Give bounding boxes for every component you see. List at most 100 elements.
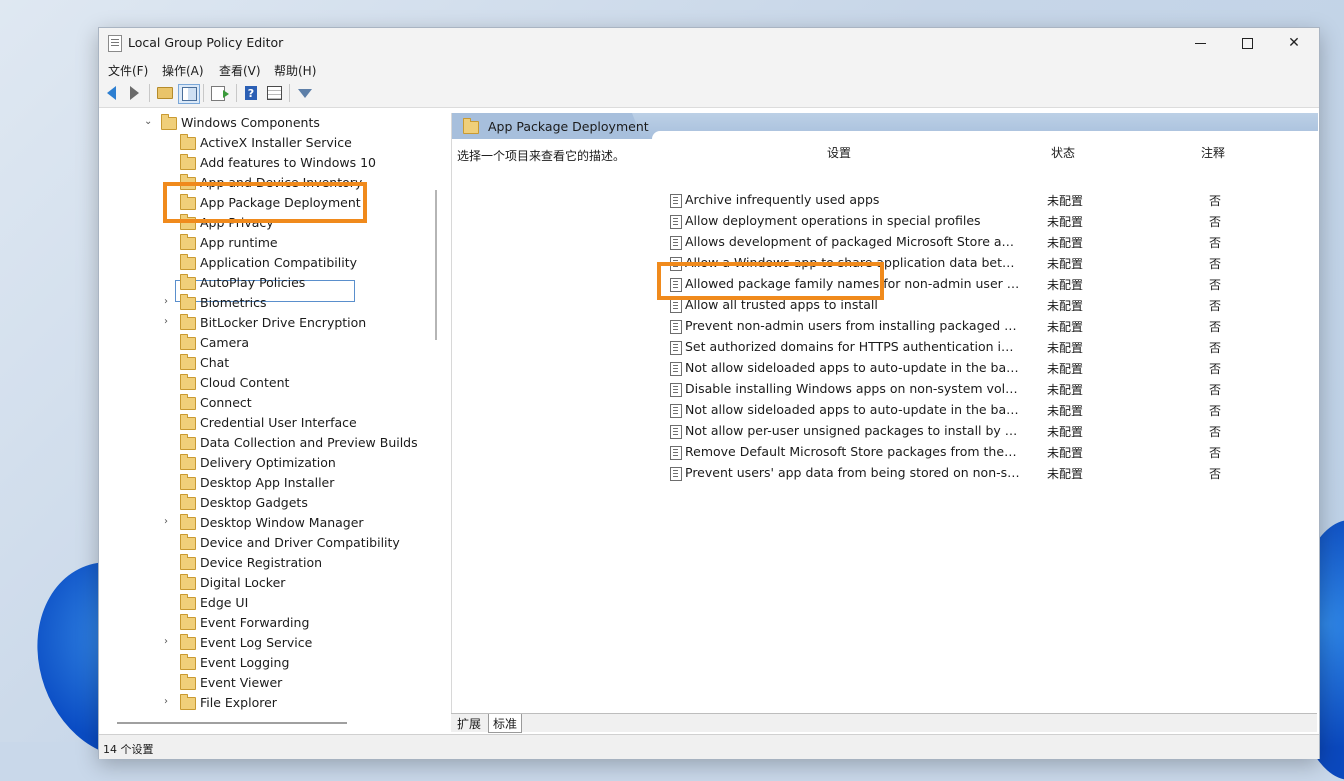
tree-item-label: App runtime [200, 235, 278, 250]
tree-item[interactable]: App runtime [99, 233, 429, 253]
setting-row[interactable]: Set authorized domains for HTTPS authent… [670, 337, 1310, 358]
tree-item[interactable]: Event Viewer [99, 673, 429, 693]
folder-icon [180, 134, 196, 150]
tree-item-label: Cloud Content [200, 375, 290, 390]
setting-comment: 否 [1209, 236, 1222, 250]
setting-state: 未配置 [1047, 446, 1084, 460]
tree-item[interactable]: Chat [99, 353, 429, 373]
folder-icon [180, 534, 196, 550]
tree-item[interactable]: Add features to Windows 10 [99, 153, 429, 173]
tree-item[interactable]: › BitLocker Drive Encryption [99, 313, 429, 333]
tree-item-label: Biometrics [200, 295, 267, 310]
folder-icon [180, 574, 196, 590]
setting-row[interactable]: Not allow sideloaded apps to auto-update… [670, 358, 1310, 379]
expand-chevron-icon[interactable]: › [164, 637, 172, 647]
menu-view[interactable]: 查看(V) [219, 62, 261, 79]
show-hide-tree-icon [181, 87, 197, 101]
setting-row[interactable]: Prevent non-admin users from installing … [670, 316, 1310, 337]
collapse-chevron-icon[interactable]: ⌄ [144, 117, 152, 127]
tree-item-label: File Explorer [200, 695, 277, 710]
setting-row[interactable]: Not allow sideloaded apps to auto-update… [670, 400, 1310, 421]
close-icon: ✕ [1288, 35, 1300, 51]
tree-item[interactable]: Event Forwarding [99, 613, 429, 633]
setting-row[interactable]: Allows development of packaged Microsoft… [670, 232, 1310, 253]
tree-item[interactable]: Edge UI [99, 593, 429, 613]
tree-item-label: Camera [200, 335, 250, 350]
folder-icon [180, 374, 196, 390]
status-bar: 14 个设置 [99, 734, 1319, 759]
menu-file[interactable]: 文件(F) [108, 62, 148, 79]
export-list-icon [211, 85, 229, 101]
tree-item-label: Connect [200, 395, 252, 410]
setting-row[interactable]: Not allow per-user unsigned packages to … [670, 421, 1310, 442]
tree-horizontal-scrollbar[interactable] [117, 722, 347, 724]
tree-item-label: Event Log Service [200, 635, 313, 650]
tree-item[interactable]: Camera [99, 333, 429, 353]
toolbar: ? [99, 80, 1319, 108]
export-list-button[interactable] [208, 84, 229, 102]
description-text: 选择一个项目来查看它的描述。 [457, 149, 626, 163]
tree-item[interactable]: AutoPlay Policies [99, 273, 429, 293]
window-title: Local Group Policy Editor [128, 35, 284, 50]
maximize-button[interactable] [1224, 28, 1270, 58]
title-bar[interactable]: Local Group Policy Editor ✕ [99, 28, 1319, 58]
folder-icon [180, 254, 196, 270]
tab-extended[interactable]: 扩展 [453, 714, 485, 732]
folder-icon [180, 354, 196, 370]
tree-item[interactable]: › File Explorer [99, 693, 429, 713]
column-header-comment[interactable]: 注释 [1201, 144, 1225, 161]
setting-row[interactable]: Disable installing Windows apps on non-s… [670, 379, 1310, 400]
setting-row[interactable]: Prevent users' app data from being store… [670, 463, 1310, 484]
close-button[interactable]: ✕ [1271, 28, 1317, 58]
forward-button[interactable] [124, 84, 144, 102]
tree-item-windows-components[interactable]: ⌄ Windows Components [99, 113, 429, 133]
tree-item[interactable]: ActiveX Installer Service [99, 133, 429, 153]
tree-item-label: BitLocker Drive Encryption [200, 315, 367, 330]
setting-comment: 否 [1209, 320, 1222, 334]
up-level-button[interactable] [155, 84, 175, 102]
menu-help[interactable]: 帮助(H) [274, 62, 316, 79]
tree-item[interactable]: Digital Locker [99, 573, 429, 593]
minimize-button[interactable] [1177, 28, 1223, 58]
filter-button[interactable] [295, 84, 315, 102]
expand-chevron-icon[interactable]: › [164, 317, 172, 327]
tree-item[interactable]: Data Collection and Preview Builds [99, 433, 429, 453]
tree-item[interactable]: Device Registration [99, 553, 429, 573]
tree-item[interactable]: Desktop Gadgets [99, 493, 429, 513]
tab-standard[interactable]: 标准 [488, 714, 523, 733]
show-hide-tree-button[interactable] [178, 84, 200, 104]
tree-item[interactable]: Desktop App Installer [99, 473, 429, 493]
expand-chevron-icon[interactable]: › [164, 297, 172, 307]
tree-item[interactable]: › Biometrics [99, 293, 429, 313]
setting-row[interactable]: Allow deployment operations in special p… [670, 211, 1310, 232]
menu-action[interactable]: 操作(A) [162, 62, 204, 79]
folder-icon [180, 694, 196, 710]
tree-item-label: Application Compatibility [200, 255, 357, 270]
tree-vertical-scrollbar[interactable] [435, 190, 437, 340]
setting-row[interactable]: Archive infrequently used apps 未配置 否 [670, 190, 1310, 211]
expand-chevron-icon[interactable]: › [164, 697, 172, 707]
policy-setting-icon [670, 467, 682, 481]
expand-chevron-icon[interactable]: › [164, 517, 172, 527]
setting-row[interactable]: Remove Default Microsoft Store packages … [670, 442, 1310, 463]
tree-item[interactable]: Credential User Interface [99, 413, 429, 433]
tree-item-label: Edge UI [200, 595, 249, 610]
tree-item-label: Event Forwarding [200, 615, 310, 630]
tree-item[interactable]: › Desktop Window Manager [99, 513, 429, 533]
tree-item[interactable]: Event Logging [99, 653, 429, 673]
column-header-state[interactable]: 状态 [1051, 144, 1075, 161]
tree-item[interactable]: Application Compatibility [99, 253, 429, 273]
setting-comment: 否 [1209, 341, 1222, 355]
setting-state: 未配置 [1047, 383, 1084, 397]
tree-item[interactable]: › Event Log Service [99, 633, 429, 653]
policy-setting-icon [670, 404, 682, 418]
tree-item-label: Credential User Interface [200, 415, 357, 430]
tree-item[interactable]: Connect [99, 393, 429, 413]
column-header-setting[interactable]: 设置 [827, 144, 851, 161]
help-button[interactable]: ? [241, 84, 261, 102]
back-button[interactable] [101, 84, 121, 102]
tree-item[interactable]: Cloud Content [99, 373, 429, 393]
properties-button[interactable] [264, 84, 284, 102]
tree-item[interactable]: Delivery Optimization [99, 453, 429, 473]
tree-item[interactable]: Device and Driver Compatibility [99, 533, 429, 553]
